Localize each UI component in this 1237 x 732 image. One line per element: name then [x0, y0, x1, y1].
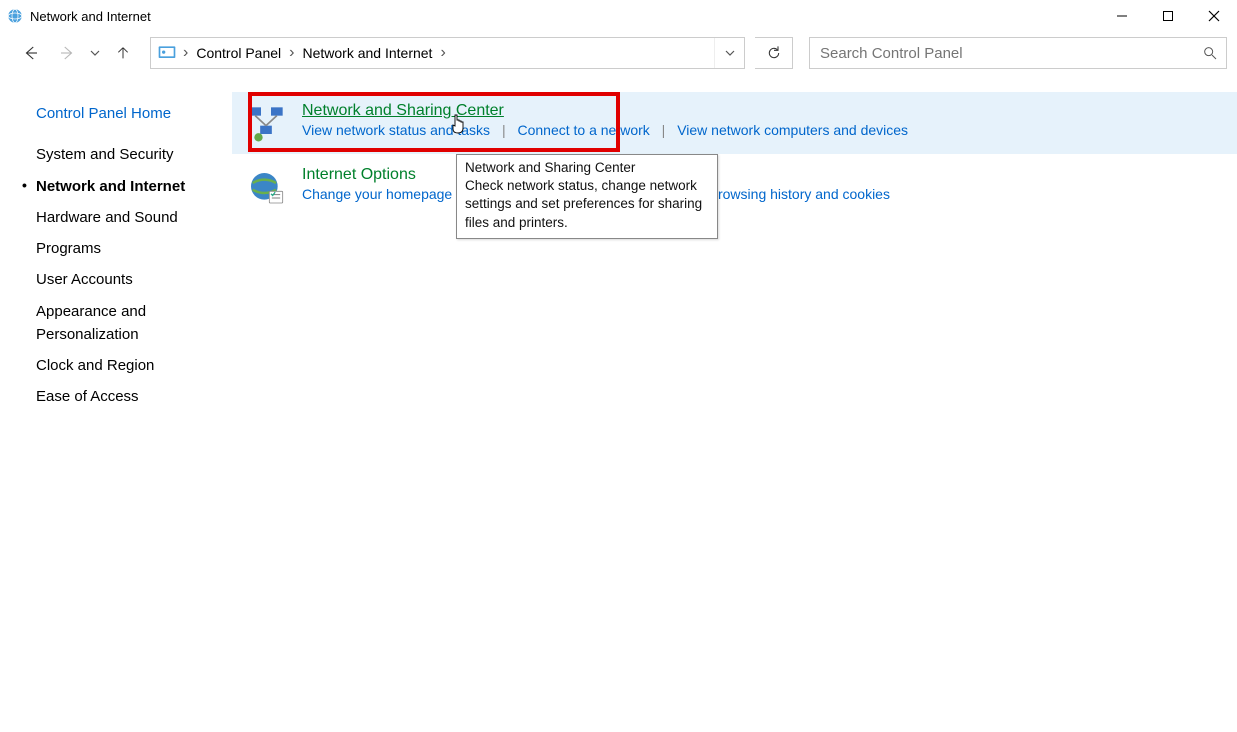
- maximize-button[interactable]: [1145, 0, 1191, 32]
- close-button[interactable]: [1191, 0, 1237, 32]
- window: Network and Internet: [0, 0, 1237, 732]
- sidebar-item-clock-region[interactable]: Clock and Region: [36, 350, 220, 381]
- search-icon[interactable]: [1202, 45, 1218, 61]
- breadcrumb-control-panel[interactable]: Control Panel: [190, 38, 287, 68]
- link-view-computers[interactable]: View network computers and devices: [677, 122, 908, 138]
- breadcrumb-separator[interactable]: ›: [287, 44, 296, 62]
- breadcrumb-network-internet[interactable]: Network and Internet: [296, 38, 438, 68]
- link-network-sharing-center[interactable]: Network and Sharing Center: [302, 100, 504, 122]
- sidebar: Control Panel Home System and Security N…: [0, 74, 232, 732]
- sidebar-item-programs[interactable]: Programs: [36, 233, 220, 264]
- link-row: View network status and tasks | Connect …: [302, 122, 1225, 138]
- link-internet-options[interactable]: Internet Options: [302, 164, 416, 186]
- tooltip-title: Network and Sharing Center: [465, 159, 709, 177]
- body: Control Panel Home System and Security N…: [0, 74, 1237, 732]
- link-connect-network[interactable]: Connect to a network: [517, 122, 649, 138]
- navbar: › Control Panel › Network and Internet ›: [0, 32, 1237, 74]
- sidebar-item-system-security[interactable]: System and Security: [36, 139, 220, 170]
- category-internet-options: Internet Options Change your homepage | …: [232, 156, 1237, 218]
- search-box[interactable]: [809, 37, 1227, 69]
- panel-icon: [157, 43, 177, 63]
- sidebar-item-ease-access[interactable]: Ease of Access: [36, 381, 220, 412]
- breadcrumb-separator[interactable]: ›: [181, 44, 190, 62]
- link-row: Change your homepage | Manage browser ad…: [302, 186, 1225, 202]
- link-separator: |: [494, 122, 514, 138]
- recent-locations-button[interactable]: [86, 36, 104, 70]
- sidebar-item-network-internet[interactable]: Network and Internet: [36, 171, 220, 202]
- up-button[interactable]: [106, 36, 140, 70]
- search-input[interactable]: [818, 44, 1202, 63]
- sidebar-item-hardware-sound[interactable]: Hardware and Sound: [36, 202, 220, 233]
- window-title: Network and Internet: [30, 9, 151, 24]
- address-bar[interactable]: › Control Panel › Network and Internet ›: [150, 37, 745, 69]
- category-network-sharing: Network and Sharing Center View network …: [232, 92, 1237, 154]
- app-icon: [6, 7, 24, 25]
- back-button[interactable]: [14, 36, 48, 70]
- sidebar-item-user-accounts[interactable]: User Accounts: [36, 264, 220, 295]
- refresh-button[interactable]: [755, 37, 793, 69]
- main-panel: Network and Sharing Center View network …: [232, 74, 1237, 732]
- link-change-homepage[interactable]: Change your homepage: [302, 186, 452, 202]
- titlebar: Network and Internet: [0, 0, 1237, 32]
- minimize-button[interactable]: [1099, 0, 1145, 32]
- link-separator: |: [654, 122, 674, 138]
- sidebar-item-appearance[interactable]: Appearance and Personalization: [36, 296, 176, 351]
- sidebar-home[interactable]: Control Panel Home: [36, 98, 220, 129]
- link-view-network-status[interactable]: View network status and tasks: [302, 122, 490, 138]
- internet-options-icon: [246, 168, 286, 208]
- forward-button[interactable]: [50, 36, 84, 70]
- tooltip-body: Check network status, change network set…: [465, 177, 709, 232]
- address-dropdown-button[interactable]: [714, 38, 744, 68]
- network-sharing-icon: [246, 104, 286, 144]
- breadcrumb-separator[interactable]: ›: [438, 44, 447, 62]
- tooltip: Network and Sharing Center Check network…: [456, 154, 718, 239]
